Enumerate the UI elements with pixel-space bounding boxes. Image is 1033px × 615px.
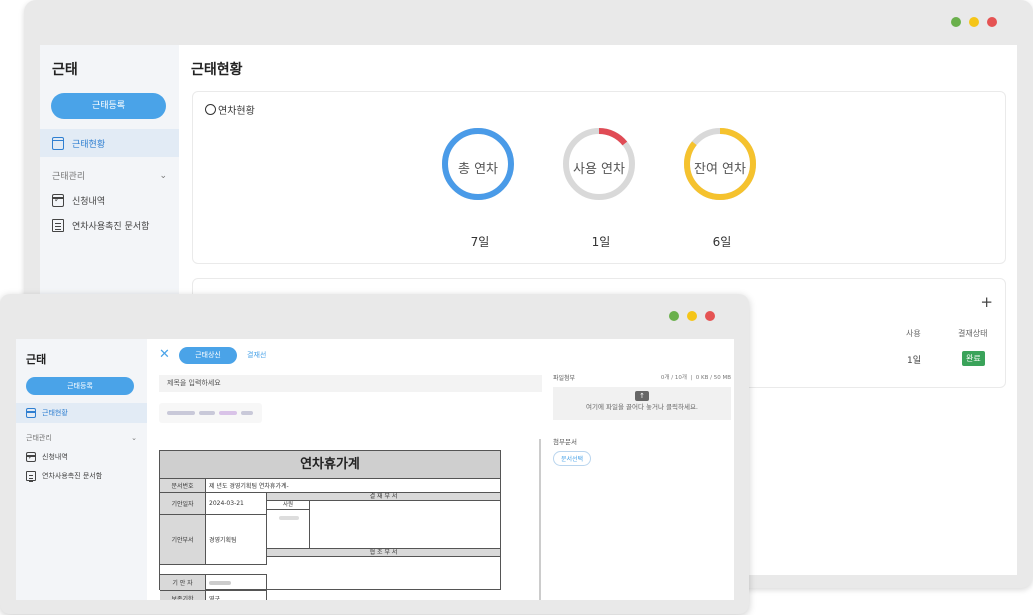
user-icon [205, 104, 216, 115]
close-icon[interactable]: ✕ [159, 347, 170, 362]
attachment-panel: 파일첨부 0개 / 10개 | 0 KB / 50 MB ↑ 여기에 파일을 끌… [553, 373, 731, 466]
ring-label: 사용 연차 [573, 162, 625, 177]
maximize-button[interactable] [951, 17, 961, 27]
maximize-button[interactable] [669, 311, 679, 321]
select-document-button[interactable]: 문서선택 [553, 451, 592, 466]
column-header-status: 결재상태 [958, 329, 988, 338]
cell-used: 1일 [907, 356, 922, 366]
sidebar-title: 근태 [26, 353, 47, 366]
dept-label: 기안부서 [160, 515, 206, 564]
register-attendance-button[interactable]: 근태등록 [51, 93, 166, 119]
ring-label: 총 연차 [457, 162, 498, 177]
chevron-down-icon: ⌄ [131, 434, 137, 442]
used-leave-ring: 사용 연차 1일 [562, 127, 640, 250]
keep-value: 영구 [209, 596, 221, 600]
close-button[interactable] [987, 17, 997, 27]
sidebar-item-label: 신청내역 [42, 453, 68, 461]
upload-icon: ↑ [635, 391, 649, 401]
minimize-button[interactable] [969, 17, 979, 27]
card-header: 연차현황 [205, 102, 255, 117]
approval-dept-header: 결 재 부 서 [267, 493, 500, 501]
sidebar-item-label: 신청내역 [72, 197, 106, 207]
ring-value: 1일 [591, 235, 611, 249]
window-controls [669, 311, 715, 321]
front-window: 근태 근태등록 근태현황 근태관리 ⌄ 신청내역 연차사용촉진 문서함 ✕ 근태… [0, 294, 749, 614]
attach-size: 0 KB / 50 MB [695, 375, 731, 381]
ring-label: 잔여 연차 [694, 162, 746, 177]
title-input[interactable]: 제목을 입력하세요 [159, 375, 542, 392]
sidebar-item-attendance-status[interactable]: 근태현황 [40, 129, 179, 157]
card-title: 연차현황 [218, 106, 255, 117]
sidebar-item-label: 근태현황 [42, 409, 68, 417]
window-controls [951, 17, 997, 27]
calendar-icon [26, 408, 36, 418]
clipboard-icon [52, 219, 64, 232]
front-app: 근태 근태등록 근태현황 근태관리 ⌄ 신청내역 연차사용촉진 문서함 ✕ 근태… [16, 339, 734, 600]
recipient-tags[interactable] [159, 403, 262, 423]
doc-no-value: 제 년도 경영기획팀 연차휴가계- [209, 483, 289, 490]
total-leave-ring: 총 연차 7일 [441, 127, 519, 250]
approver-role: 사원 [267, 501, 309, 510]
minimize-button[interactable] [687, 311, 697, 321]
sidebar-title: 근태 [52, 62, 78, 78]
sidebar-item-label: 연차사용촉진 문서함 [72, 222, 150, 232]
clipboard-icon [26, 471, 36, 481]
sidebar-group-attendance-management[interactable]: 근태관리 ⌄ [16, 433, 147, 443]
status-badge: 완료 [962, 351, 985, 366]
calendar-icon [52, 136, 64, 150]
document-title: 연차휴가계 [160, 451, 500, 479]
sidebar-item-requests[interactable]: 신청내역 [16, 452, 147, 462]
date-label: 기안일자 [160, 493, 206, 514]
attach-label: 파일첨부 [553, 375, 576, 382]
leave-form-document: 연차휴가계 문서번호 제 년도 경영기획팀 연차휴가계- 기안일자 2024-0… [159, 450, 501, 600]
attached-docs-label: 첨부문서 [553, 438, 577, 446]
date-value: 2024-03-21 [209, 500, 244, 507]
sidebar-group-label: 근태관리 [52, 172, 86, 182]
scrollbar[interactable] [539, 439, 541, 600]
tab-submit-attendance[interactable]: 근태상신 [179, 347, 237, 364]
dept-value: 경영기획팀 [209, 537, 237, 544]
ring-value: 7일 [470, 235, 490, 249]
sidebar-item-leave-promotion-docs[interactable]: 연차사용촉진 문서함 [40, 219, 179, 232]
coop-dept-header: 협 조 부 서 [267, 549, 500, 557]
keep-label: 보존기한 [160, 591, 206, 600]
tab-approval-line[interactable]: 결재선 [247, 350, 266, 360]
register-attendance-button[interactable]: 근태등록 [26, 377, 134, 395]
file-dropzone[interactable]: ↑ 여기에 파일을 끌어다 놓거나 클릭하세요. [553, 387, 731, 420]
sidebar-item-label: 근태현황 [72, 139, 106, 150]
sidebar-item-requests[interactable]: 신청내역 [40, 194, 179, 207]
annual-leave-card: 연차현황 총 연차 7일 사용 연차 1일 잔여 연차 6일 [192, 91, 1006, 264]
add-button[interactable]: + [980, 293, 993, 311]
dropzone-text: 여기에 파일을 끌어다 놓거나 클릭하세요. [586, 403, 698, 411]
chevron-down-icon: ⌄ [159, 170, 167, 181]
close-button[interactable] [705, 311, 715, 321]
attach-count: 0개 / 10개 [660, 375, 687, 381]
editor: ✕ 근태상신 결재선 제목을 입력하세요 연차휴가계 문서번호 제 년도 경영기… [147, 339, 734, 600]
page-title: 근태현황 [191, 62, 243, 78]
calendar-check-icon [26, 452, 36, 462]
sidebar-group-label: 근태관리 [26, 434, 52, 442]
ring-value: 6일 [712, 235, 732, 249]
calendar-check-icon [52, 194, 64, 207]
sidebar: 근태 근태등록 근태현황 근태관리 ⌄ 신청내역 연차사용촉진 문서함 [16, 339, 147, 600]
sidebar-item-label: 연차사용촉진 문서함 [42, 472, 103, 480]
sidebar-group-attendance-management[interactable]: 근태관리 ⌄ [40, 169, 179, 183]
drafter-label: 기 안 자 [160, 575, 206, 590]
column-header-used: 사용 [906, 329, 921, 338]
sidebar-item-leave-promotion-docs[interactable]: 연차사용촉진 문서함 [16, 471, 147, 481]
sidebar-item-attendance-status[interactable]: 근태현황 [16, 403, 147, 423]
remaining-leave-ring: 잔여 연차 6일 [683, 127, 761, 250]
doc-no-label: 문서번호 [160, 479, 206, 492]
